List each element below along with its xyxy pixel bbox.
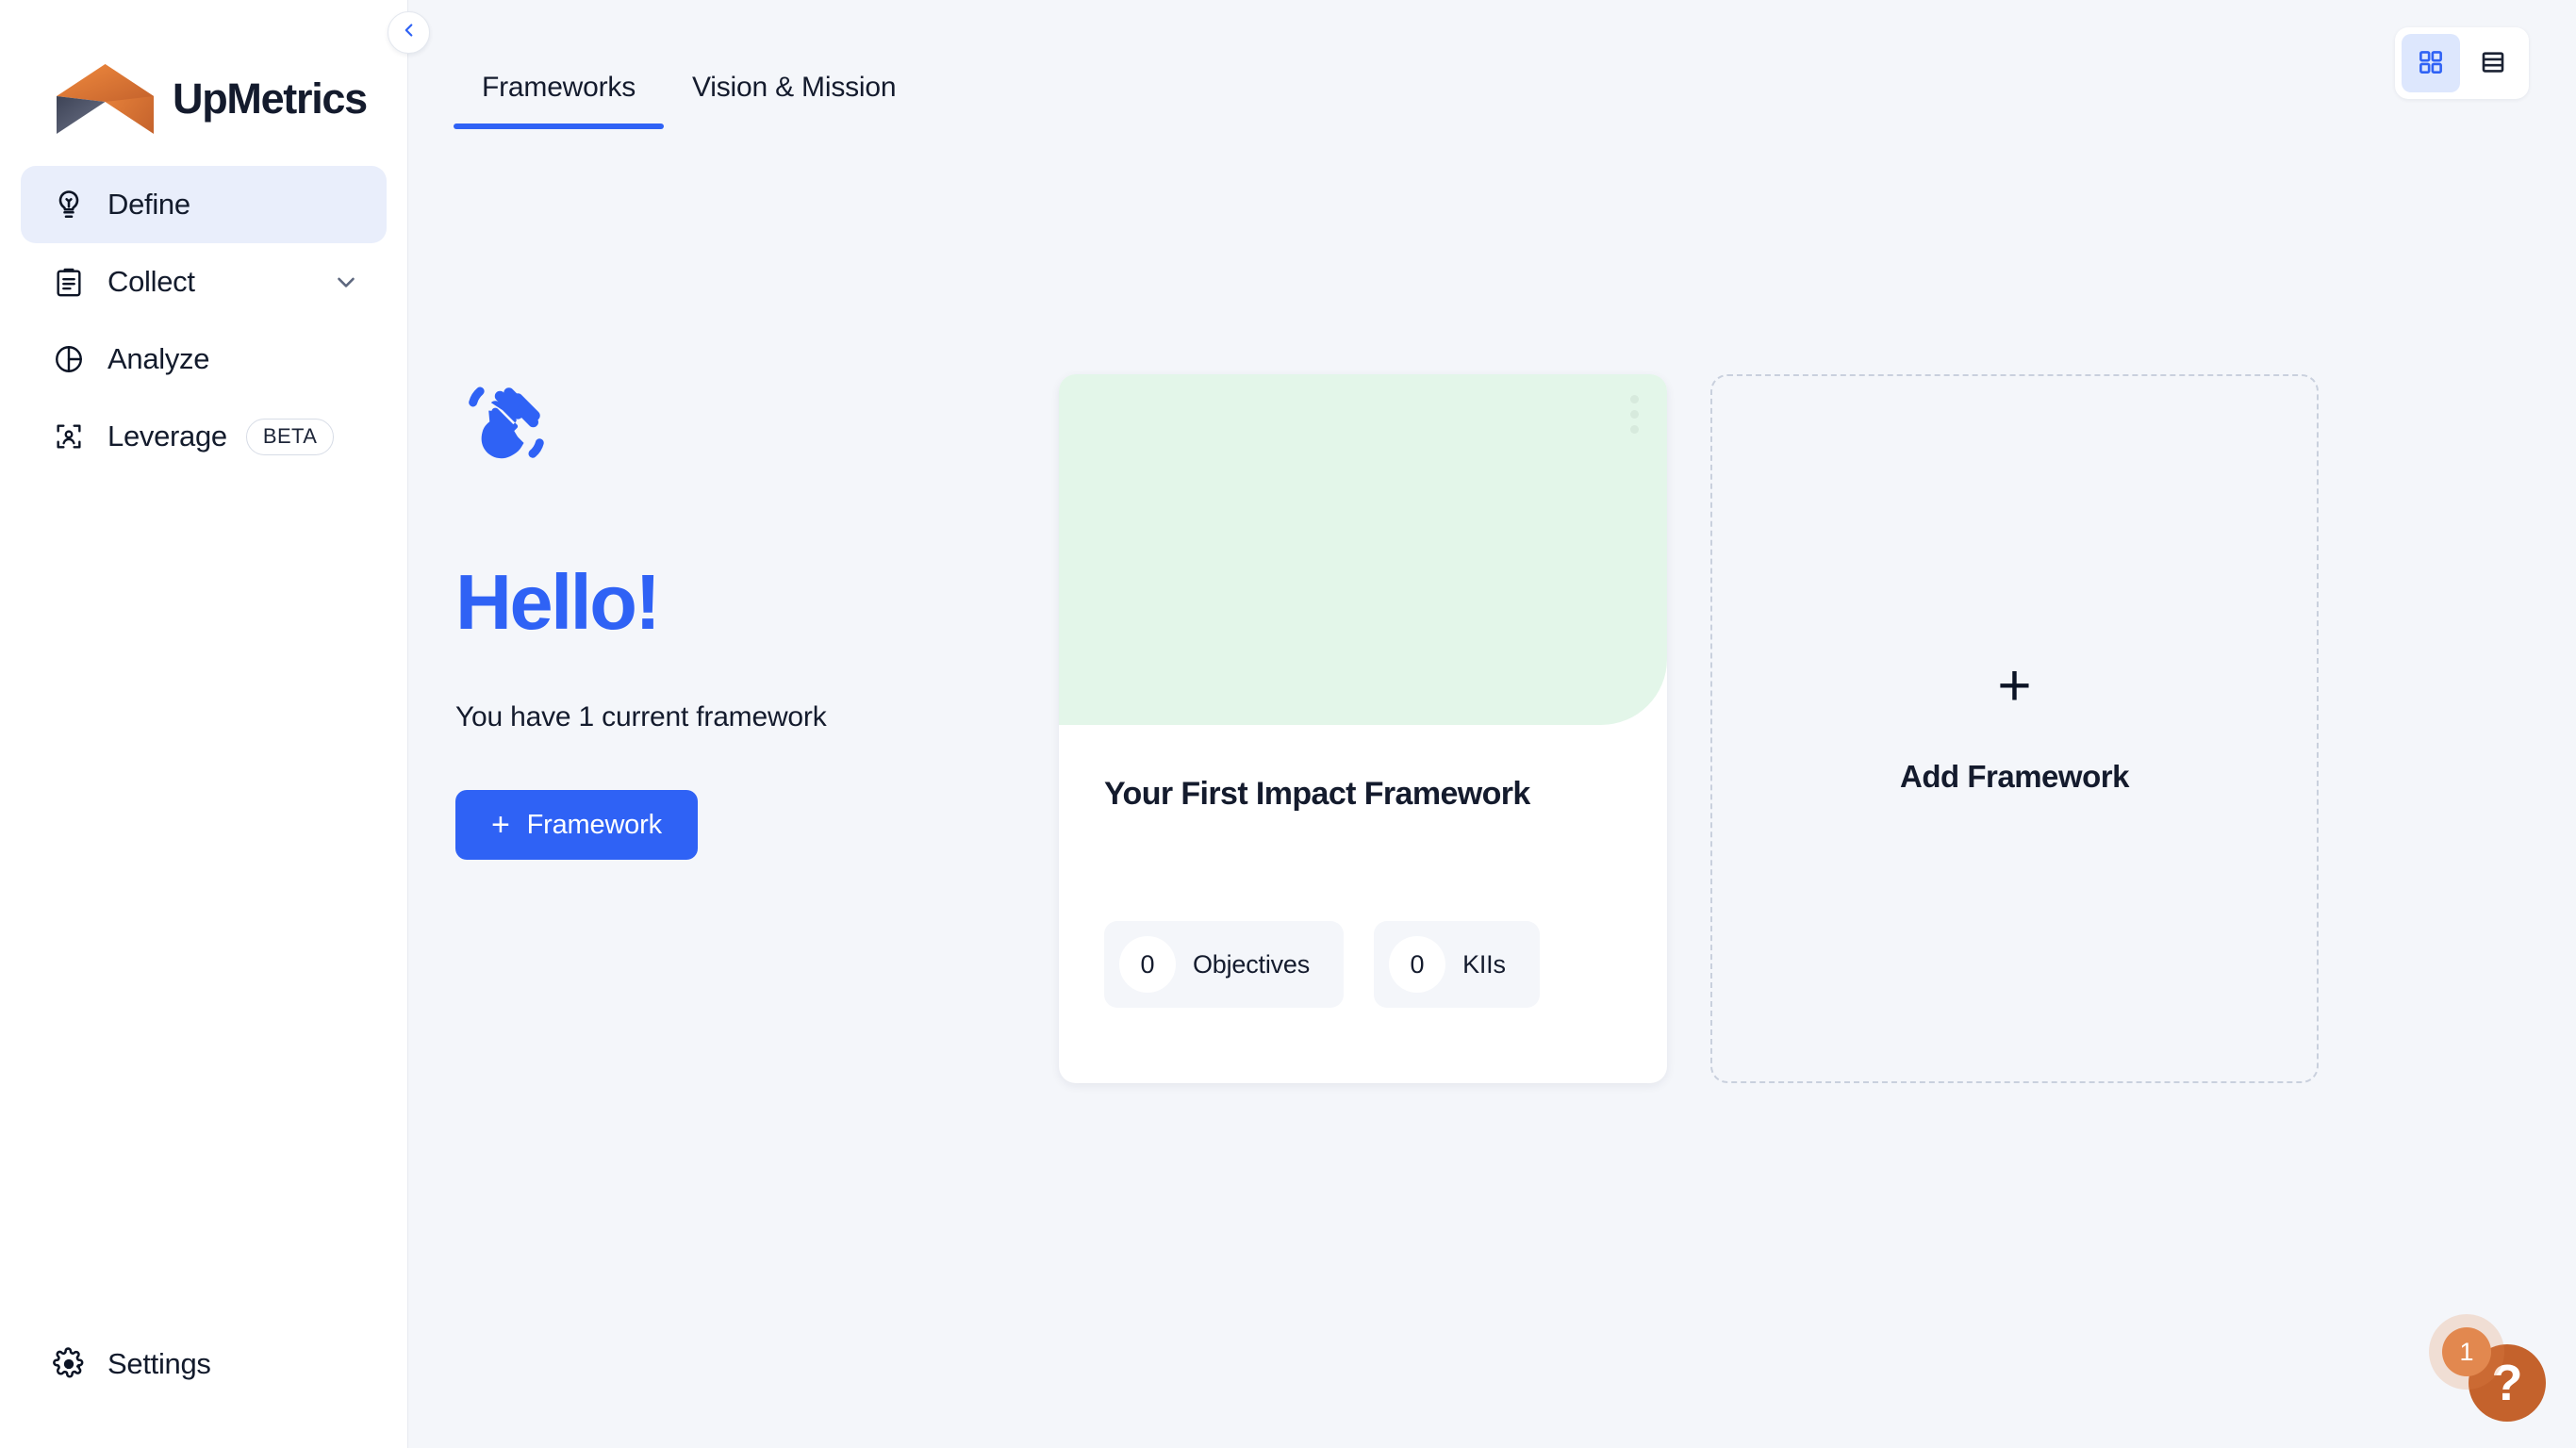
brand-logo[interactable]: UpMetrics <box>0 0 407 140</box>
pie-chart-icon <box>47 343 91 375</box>
sidebar-bottom: Settings <box>0 1325 407 1448</box>
sidebar-item-label: Settings <box>107 1347 211 1380</box>
sidebar-item-define[interactable]: Define <box>21 166 387 243</box>
tab-label: Frameworks <box>482 72 636 103</box>
stat-label: Objectives <box>1193 949 1311 979</box>
add-framework-button-label: Framework <box>526 809 662 840</box>
stat-count: 0 <box>1389 936 1446 993</box>
stat-pill-kiis[interactable]: 0 KIIs <box>1374 921 1540 1008</box>
sidebar-item-settings[interactable]: Settings <box>21 1325 387 1403</box>
sidebar-item-label: Define <box>107 188 190 221</box>
app-root: UpMetrics Define Collect Analyze Leverag… <box>0 0 2576 1448</box>
sidebar: UpMetrics Define Collect Analyze Leverag… <box>0 0 430 1448</box>
sidebar-item-analyze[interactable]: Analyze <box>21 321 387 398</box>
upmetrics-logo-mark-icon <box>55 62 156 136</box>
stat-count: 0 <box>1119 936 1176 993</box>
sidebar-item-label: Analyze <box>107 342 210 375</box>
chevron-left-icon <box>399 20 420 45</box>
add-framework-button[interactable]: + Framework <box>455 790 698 860</box>
more-vertical-icon[interactable] <box>1630 395 1639 434</box>
hero-panel: Hello! You have 1 current framework + Fr… <box>408 374 1059 1448</box>
add-framework-card-label: Add Framework <box>1900 758 2129 794</box>
framework-count-text: You have 1 current framework <box>455 701 827 732</box>
brand-name: UpMetrics <box>173 74 368 123</box>
list-view-icon <box>2479 48 2507 79</box>
tab-bar: Frameworks Vision & Mission <box>454 0 924 129</box>
tab-label: Vision & Mission <box>692 72 897 103</box>
list-view-button[interactable] <box>2464 34 2522 92</box>
stat-pill-objectives[interactable]: 0 Objectives <box>1104 921 1345 1008</box>
waving-hand-icon <box>455 374 559 478</box>
sidebar-item-label: Collect <box>107 265 195 298</box>
grid-view-icon <box>2417 48 2445 79</box>
sidebar-item-collect[interactable]: Collect <box>21 243 387 321</box>
add-framework-card[interactable]: + Add Framework <box>1710 374 2319 1083</box>
status-badge-beta: BETA <box>245 418 335 455</box>
grid-view-button[interactable] <box>2402 34 2460 92</box>
main-content: Frameworks Vision & Mission Hello! You h… <box>408 0 2576 1448</box>
framework-card-grid: Your First Impact Framework 0 Objectives… <box>1059 374 2366 1448</box>
page-title: Hello! <box>455 558 661 646</box>
topbar: Frameworks Vision & Mission <box>408 0 2576 129</box>
gear-icon <box>47 1347 91 1381</box>
sidebar-nav: Define Collect Analyze Leverage BETA <box>0 166 407 475</box>
lightbulb-icon <box>47 188 91 222</box>
frameworks-view: Hello! You have 1 current framework + Fr… <box>408 129 2576 1448</box>
framework-card-cover <box>1059 374 1667 725</box>
help-button[interactable]: ? 1 <box>2442 1327 2546 1422</box>
framework-card-stats: 0 Objectives 0 KIIs <box>1059 921 1667 1083</box>
sidebar-item-label: Leverage <box>107 420 227 452</box>
tab-vision-mission[interactable]: Vision & Mission <box>664 0 924 129</box>
plus-icon: + <box>491 807 510 843</box>
chevron-down-icon[interactable] <box>332 268 360 296</box>
stat-label: KIIs <box>1462 949 1506 979</box>
clipboard-icon <box>47 266 91 298</box>
tab-frameworks[interactable]: Frameworks <box>454 0 665 129</box>
sidebar-collapse-toggle[interactable] <box>388 11 430 54</box>
user-card-icon <box>47 420 91 452</box>
framework-card[interactable]: Your First Impact Framework 0 Objectives… <box>1059 374 1667 1083</box>
plus-icon: + <box>1997 653 2032 719</box>
sidebar-item-leverage[interactable]: Leverage BETA <box>21 398 387 475</box>
framework-card-title: Your First Impact Framework <box>1104 776 1530 812</box>
question-mark-icon: ? <box>2491 1355 2523 1411</box>
help-notification-badge: 1 <box>2442 1327 2491 1376</box>
view-mode-toggle <box>2395 27 2529 99</box>
